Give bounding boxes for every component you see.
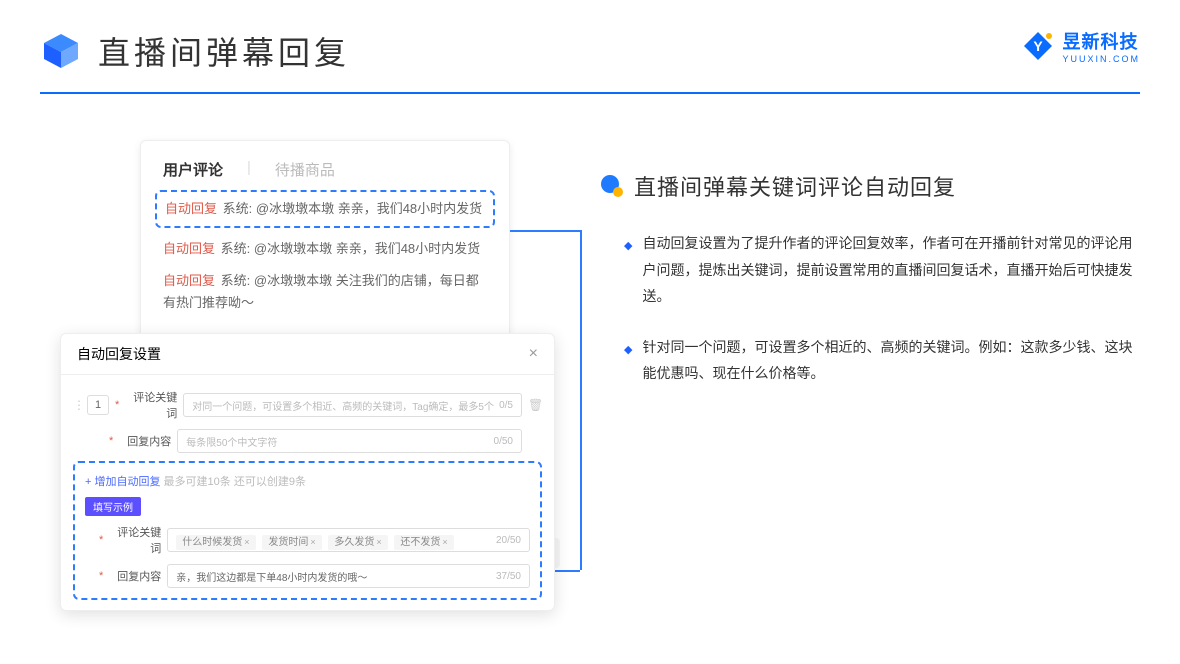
comment-item: 自动回复 系统: @冰墩墩本墩 亲亲，我们48小时内发货 [165, 198, 485, 220]
logo-cube-icon [40, 30, 82, 72]
comment-prefix: 系统: [221, 273, 251, 288]
example-box: + 增加自动回复 最多可建10条 还可以创建9条 填写示例 * 评论关键词 什么… [73, 461, 542, 600]
bullet-text: 针对同一个问题，可设置多个相近的、高频的关键词。例如：这款多少钱、这块能优惠吗、… [642, 334, 1140, 387]
add-auto-reply-line: + 增加自动回复 最多可建10条 还可以创建9条 [85, 473, 530, 489]
tab-pending-goods[interactable]: 待播商品 [275, 159, 335, 180]
trash-icon[interactable]: 🗑 [528, 398, 542, 412]
comment-prefix: 系统: [223, 201, 253, 216]
example-keyword-row: * 评论关键词 什么时候发货× 发货时间× 多久发货× 还不发货× 20/50 [85, 524, 530, 556]
reply-row: * 回复内容 每条限50个中文字符 0/50 [73, 429, 542, 453]
bullet-text: 自动回复设置为了提升作者的评论回复效率，作者可在开播前针对常见的评论用户问题，提… [642, 230, 1140, 310]
settings-title: 自动回复设置 [77, 344, 161, 364]
diamond-icon: ◆ [624, 236, 632, 310]
add-hint: 最多可建10条 还可以创建9条 [164, 476, 306, 488]
auto-reply-settings-panel: 自动回复设置 × ⋮⋮ 1 * 评论关键词 对同一个问题，可设置多个相近、高频的… [60, 333, 555, 611]
tag-chip[interactable]: 还不发货× [394, 535, 453, 550]
reply-label: 回复内容 [119, 433, 171, 449]
connector-line [510, 230, 580, 232]
close-icon[interactable]: × [529, 345, 538, 363]
keyword-row: ⋮⋮ 1 * 评论关键词 对同一个问题，可设置多个相近、高频的关键词，Tag确定… [73, 389, 542, 421]
section-title: 直播间弹幕关键词评论自动回复 [634, 170, 956, 202]
example-kw-count: 20/50 [496, 535, 521, 546]
keyword-placeholder: 对同一个问题，可设置多个相近、高频的关键词，Tag确定，最多5个 [192, 398, 494, 413]
connector-line [580, 230, 582, 570]
highlighted-comment: 自动回复 系统: @冰墩墩本墩 亲亲，我们48小时内发货 [155, 190, 495, 228]
brand-icon: Y [1022, 30, 1054, 62]
required-star-icon: * [109, 435, 113, 447]
header-divider [40, 92, 1140, 94]
auto-reply-tag: 自动回复 [163, 241, 215, 256]
add-auto-reply-link[interactable]: + 增加自动回复 [85, 476, 160, 488]
bullet-item: ◆ 针对同一个问题，可设置多个相近的、高频的关键词。例如：这款多少钱、这块能优惠… [600, 334, 1140, 387]
bullet-item: ◆ 自动回复设置为了提升作者的评论回复效率，作者可在开播前针对常见的评论用户问题… [600, 230, 1140, 310]
example-reply-label: 回复内容 [109, 568, 161, 584]
example-keyword-input[interactable]: 什么时候发货× 发货时间× 多久发货× 还不发货× 20/50 [167, 528, 530, 552]
auto-reply-tag: 自动回复 [165, 201, 217, 216]
keyword-count: 0/5 [499, 400, 513, 411]
keyword-label: 评论关键词 [125, 389, 177, 421]
example-badge: 填写示例 [85, 497, 141, 516]
example-reply-input[interactable]: 亲，我们这边都是下单48小时内发货的哦～ 37/50 [167, 564, 530, 588]
tab-separator: | [247, 159, 251, 180]
auto-reply-tag: 自动回复 [163, 273, 215, 288]
reply-placeholder: 每条限50个中文字符 [186, 434, 277, 449]
bubble-icon [600, 174, 624, 198]
tab-user-comments[interactable]: 用户评论 [163, 159, 223, 180]
comment-prefix: 系统: [221, 241, 251, 256]
diamond-icon: ◆ [624, 340, 632, 387]
page-title: 直播间弹幕回复 [98, 28, 350, 74]
comment-text: @冰墩墩本墩 亲亲，我们48小时内发货 [256, 201, 482, 216]
reply-input[interactable]: 每条限50个中文字符 0/50 [177, 429, 522, 453]
keyword-input[interactable]: 对同一个问题，可设置多个相近、高频的关键词，Tag确定，最多5个 0/5 [183, 393, 522, 417]
required-star-icon: * [115, 399, 119, 411]
section-header: 直播间弹幕关键词评论自动回复 [600, 170, 1140, 202]
comments-panel: 用户评论 | 待播商品 自动回复 系统: @冰墩墩本墩 亲亲，我们48小时内发货… [140, 140, 510, 343]
svg-text:Y: Y [1034, 38, 1044, 54]
comment-item: 自动回复 系统: @冰墩墩本墩 亲亲，我们48小时内发货 [163, 238, 487, 260]
tag-chip[interactable]: 多久发货× [328, 535, 387, 550]
index-badge: 1 [87, 395, 109, 415]
comment-item: 自动回复 系统: @冰墩墩本墩 关注我们的店铺，每日都有热门推荐呦～ [163, 270, 487, 314]
brand-sub: YUUXIN.COM [1062, 54, 1140, 64]
comment-text: @冰墩墩本墩 亲亲，我们48小时内发货 [254, 241, 480, 256]
drag-handle-icon[interactable]: ⋮⋮ [73, 398, 81, 412]
required-star-icon: * [99, 534, 103, 546]
required-star-icon: * [99, 570, 103, 582]
example-reply-row: * 回复内容 亲，我们这边都是下单48小时内发货的哦～ 37/50 [85, 564, 530, 588]
example-reply-text: 亲，我们这边都是下单48小时内发货的哦～ [176, 569, 367, 584]
example-reply-count: 37/50 [496, 571, 521, 582]
tag-chip[interactable]: 什么时候发货× [176, 535, 255, 550]
reply-count: 0/50 [494, 436, 513, 447]
comments-tabbar: 用户评论 | 待播商品 [163, 159, 487, 180]
brand-name: 昱新科技 [1062, 28, 1140, 54]
tag-chip[interactable]: 发货时间× [262, 535, 321, 550]
brand-logo: Y 昱新科技 YUUXIN.COM [1022, 28, 1140, 64]
example-kw-label: 评论关键词 [109, 524, 161, 556]
